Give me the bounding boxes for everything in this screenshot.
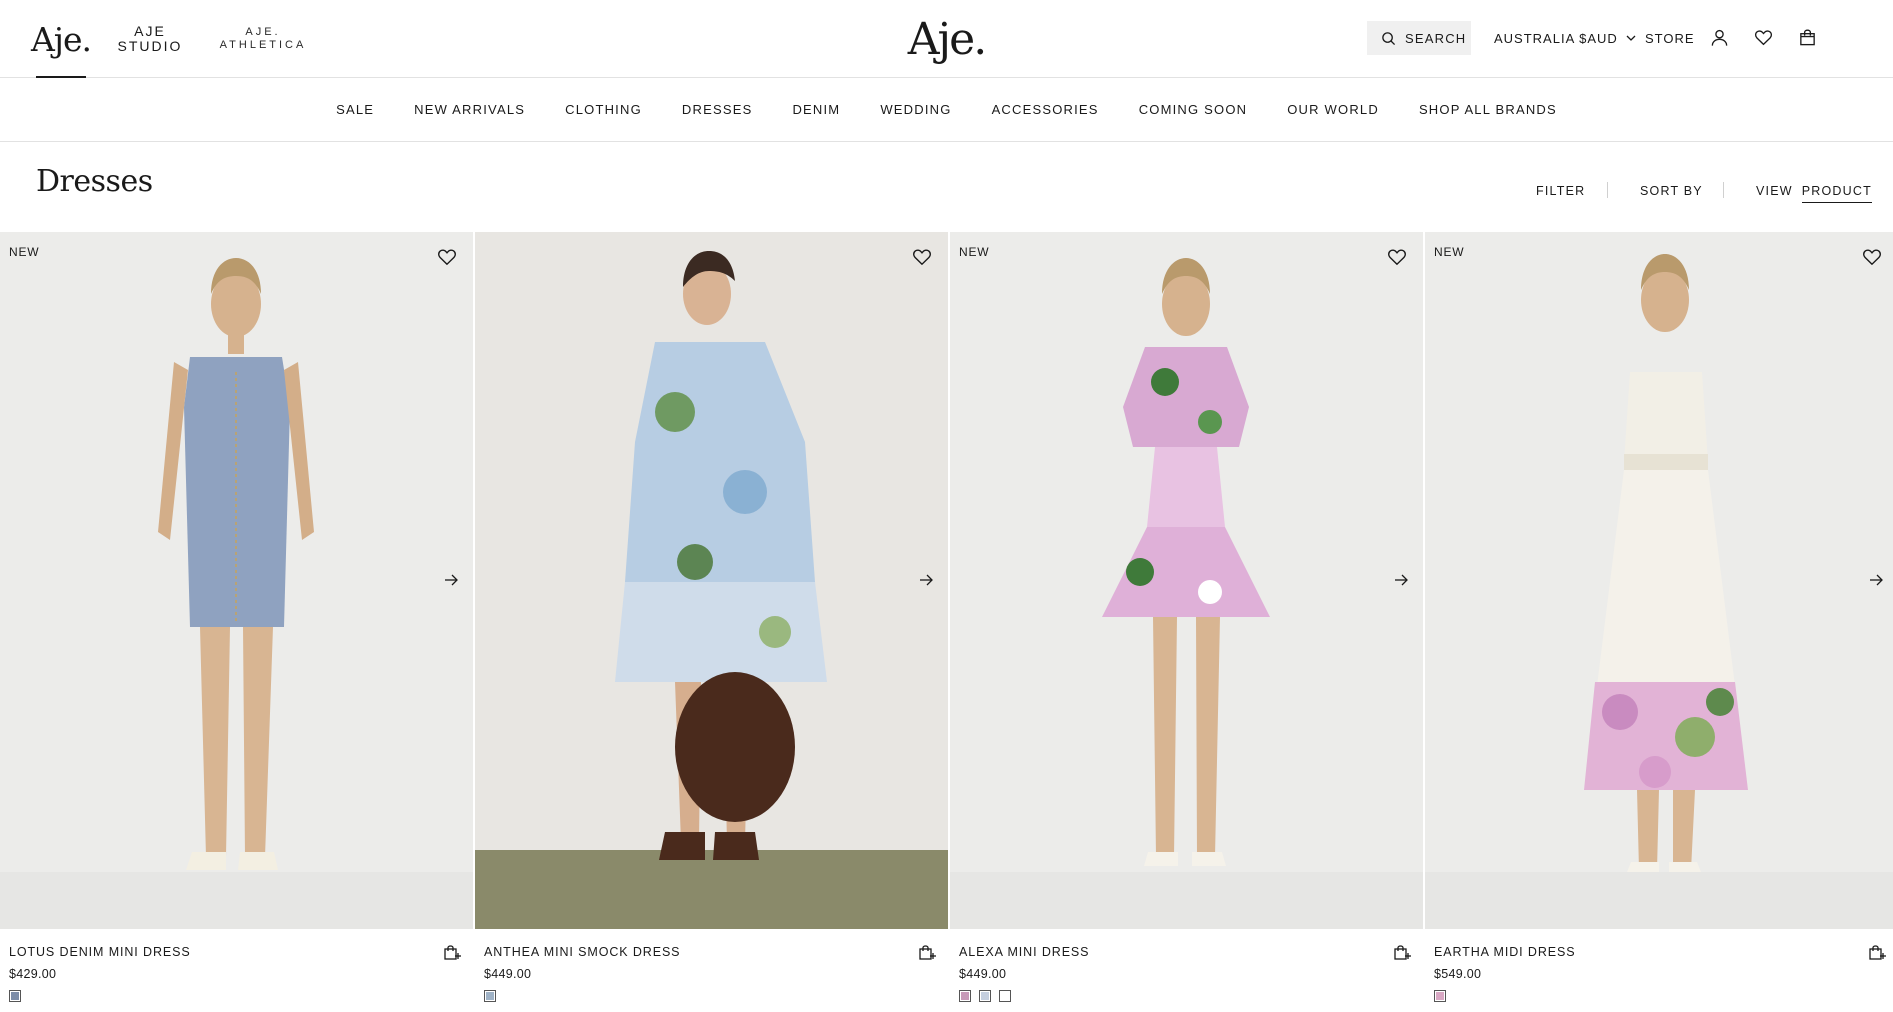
heart-icon[interactable] xyxy=(912,247,932,267)
new-badge: NEW xyxy=(959,245,990,259)
color-swatch[interactable] xyxy=(484,990,496,1002)
product-price: $449.00 xyxy=(484,967,532,981)
nav-item-shop-all-brands[interactable]: SHOP ALL BRANDS xyxy=(1419,102,1557,117)
view-label: VIEW xyxy=(1756,184,1793,198)
toolbar-divider xyxy=(1607,182,1608,198)
site-header: Aje. AJE STUDIO AJE. ATHLETICA Aje. SEAR… xyxy=(0,0,1893,78)
heart-icon[interactable] xyxy=(437,247,457,267)
product-image[interactable] xyxy=(475,232,948,929)
product-name[interactable]: ANTHEA MINI SMOCK DRESS xyxy=(484,945,680,959)
brand-tab-aje-studio[interactable]: AJE STUDIO xyxy=(112,0,188,78)
currency-selector[interactable]: AUSTRALIA $AUD xyxy=(1494,21,1637,55)
product-image[interactable]: NEW xyxy=(1425,232,1893,929)
view-product-button[interactable]: PRODUCT xyxy=(1801,184,1872,203)
product-image[interactable]: NEW xyxy=(950,232,1423,929)
new-badge: NEW xyxy=(9,245,40,259)
quick-add-bag-icon[interactable] xyxy=(918,944,936,962)
product-card: NEW EARTHA MIDI DRESS $549.00 xyxy=(1425,232,1893,1012)
quick-add-bag-icon[interactable] xyxy=(1868,944,1886,962)
toolbar-divider xyxy=(1723,182,1724,198)
brand-tab-aje[interactable]: Aje. xyxy=(31,0,92,78)
product-info: ALEXA MINI DRESS $449.00 xyxy=(950,929,1423,1012)
search-button[interactable]: SEARCH xyxy=(1367,21,1471,55)
nav-item-coming-soon[interactable]: COMING SOON xyxy=(1139,102,1248,117)
product-price: $549.00 xyxy=(1434,967,1482,981)
nav-item-our-world[interactable]: OUR WORLD xyxy=(1287,102,1379,117)
heart-icon[interactable] xyxy=(1387,247,1407,267)
nav-item-sale[interactable]: SALE xyxy=(336,102,374,117)
search-label: SEARCH xyxy=(1405,30,1467,46)
site-logo[interactable]: Aje. xyxy=(890,0,1003,78)
bag-icon[interactable] xyxy=(1797,27,1817,47)
product-image[interactable]: NEW xyxy=(0,232,473,929)
main-navigation: SALE NEW ARRIVALS CLOTHING DRESSES DENIM… xyxy=(0,78,1893,142)
product-info: LOTUS DENIM MINI DRESS $429.00 xyxy=(0,929,473,1012)
product-price: $429.00 xyxy=(9,967,57,981)
product-name[interactable]: EARTHA MIDI DRESS xyxy=(1434,945,1575,959)
arrow-right-icon[interactable] xyxy=(1868,572,1884,588)
collection-toolbar: Dresses FILTER SORT BY VIEW PRODUCT xyxy=(0,142,1893,232)
view-toggle: VIEW PRODUCT xyxy=(1756,184,1872,203)
arrow-right-icon[interactable] xyxy=(1393,572,1409,588)
quick-add-bag-icon[interactable] xyxy=(443,944,461,962)
chevron-down-icon xyxy=(1626,35,1636,41)
nav-item-denim[interactable]: DENIM xyxy=(792,102,840,117)
arrow-right-icon[interactable] xyxy=(918,572,934,588)
product-name[interactable]: LOTUS DENIM MINI DRESS xyxy=(9,945,191,959)
currency-label: AUSTRALIA $AUD xyxy=(1494,30,1618,46)
nav-item-dresses[interactable]: DRESSES xyxy=(682,102,753,117)
new-badge: NEW xyxy=(1434,245,1465,259)
arrow-right-icon[interactable] xyxy=(443,572,459,588)
product-card: NEW LOTUS DENIM MINI DRESS $429.00 xyxy=(0,232,473,1012)
product-card: ANTHEA MINI SMOCK DRESS $449.00 xyxy=(475,232,948,1012)
sort-by-button[interactable]: SORT BY xyxy=(1640,184,1703,198)
account-icon[interactable] xyxy=(1709,27,1729,47)
product-info: ANTHEA MINI SMOCK DRESS $449.00 xyxy=(475,929,948,1012)
product-price: $449.00 xyxy=(959,967,1007,981)
color-swatches xyxy=(1434,990,1446,1002)
nav-item-wedding[interactable]: WEDDING xyxy=(880,102,951,117)
heart-icon[interactable] xyxy=(1862,247,1882,267)
page-title: Dresses xyxy=(36,164,153,199)
search-icon xyxy=(1382,31,1396,45)
color-swatch[interactable] xyxy=(959,990,971,1002)
filter-button[interactable]: FILTER xyxy=(1536,184,1585,198)
color-swatches xyxy=(484,990,496,1002)
wishlist-icon[interactable] xyxy=(1753,27,1773,47)
nav-item-clothing[interactable]: CLOTHING xyxy=(565,102,642,117)
product-grid: NEW LOTUS DENIM MINI DRESS $429.00 ANTHE… xyxy=(0,232,1893,1012)
color-swatches xyxy=(959,990,1011,1002)
color-swatch[interactable] xyxy=(9,990,21,1002)
brand-tab-aje-athletica[interactable]: AJE. ATHLETICA xyxy=(212,0,314,78)
nav-item-new-arrivals[interactable]: NEW ARRIVALS xyxy=(414,102,525,117)
color-swatches xyxy=(9,990,21,1002)
color-swatch[interactable] xyxy=(1434,990,1446,1002)
nav-item-accessories[interactable]: ACCESSORIES xyxy=(992,102,1099,117)
color-swatch[interactable] xyxy=(999,990,1011,1002)
product-card: NEW ALEXA MINI DRESS $449.00 xyxy=(950,232,1423,1012)
product-name[interactable]: ALEXA MINI DRESS xyxy=(959,945,1089,959)
color-swatch[interactable] xyxy=(979,990,991,1002)
store-link[interactable]: STORE xyxy=(1645,21,1695,55)
product-info: EARTHA MIDI DRESS $549.00 xyxy=(1425,929,1893,1012)
quick-add-bag-icon[interactable] xyxy=(1393,944,1411,962)
